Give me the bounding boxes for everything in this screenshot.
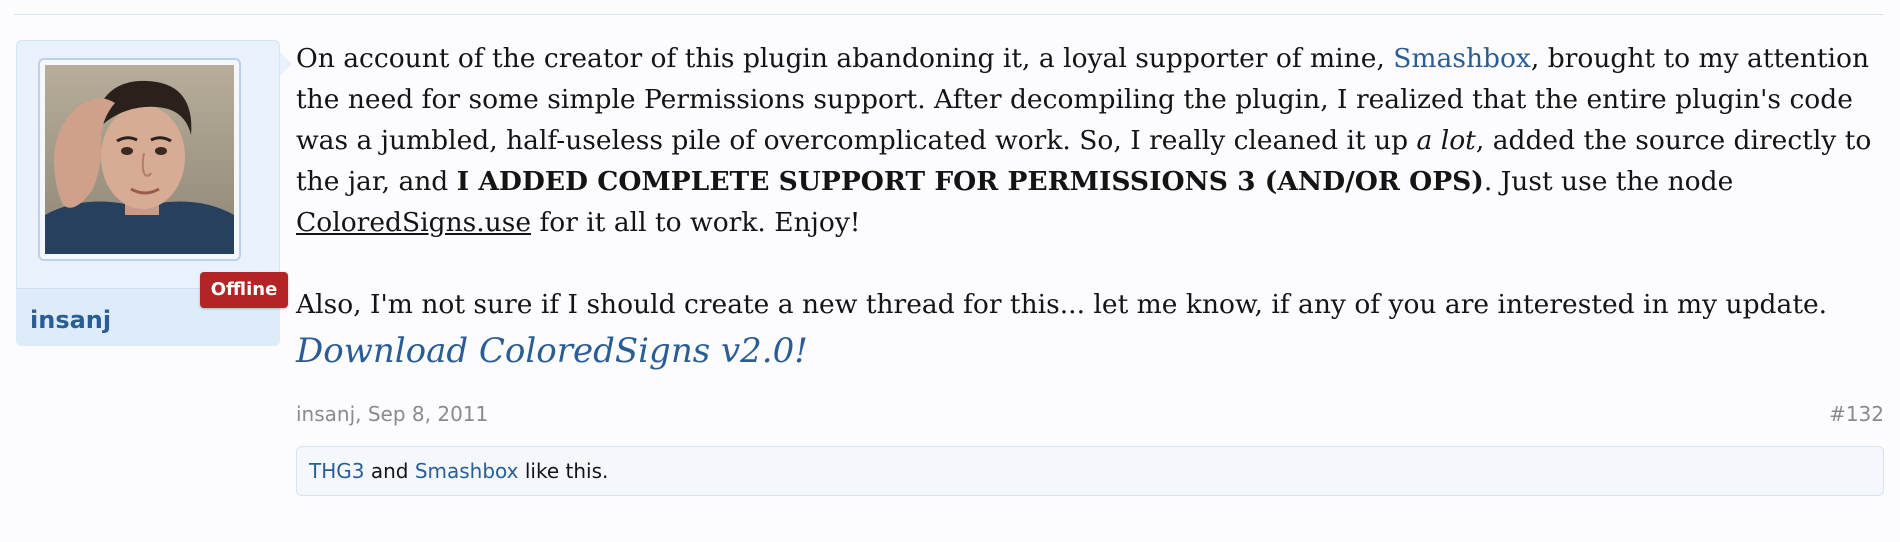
status-badge: Offline <box>200 272 288 308</box>
emphasis-text: a lot <box>1416 125 1476 156</box>
avatar-photo <box>45 65 234 254</box>
bold-announcement: I ADDED COMPLETE SUPPORT FOR PERMISSIONS… <box>456 166 1484 197</box>
top-divider <box>14 14 1884 15</box>
liker-link[interactable]: THG3 <box>309 459 364 483</box>
user-mention-link[interactable]: Smashbox <box>1393 43 1531 74</box>
likes-conjunction: and <box>364 459 415 483</box>
message-text: for it all to work. Enjoy! <box>531 207 861 238</box>
liker-link[interactable]: Smashbox <box>415 459 519 483</box>
author-username-link[interactable]: insanj <box>30 306 111 334</box>
permission-node: ColoredSigns.use <box>296 207 532 238</box>
message-arrow <box>280 52 292 76</box>
message-text: . Just use the node <box>1483 166 1734 197</box>
avatar[interactable] <box>38 58 241 261</box>
message-text: On account of the creator of this plugin… <box>296 43 1394 74</box>
message-paragraph-2: Also, I'm not sure if I should create a … <box>296 289 1828 320</box>
likes-summary: THG3 and Smashbox like this. <box>296 446 1884 496</box>
download-link[interactable]: Download ColoredSigns v2.0! <box>296 329 1886 373</box>
post-author-date[interactable]: insanj, Sep 8, 2011 <box>296 402 488 426</box>
message-paragraph-1: On account of the creator of this plugin… <box>296 38 1886 243</box>
message-body: On account of the creator of this plugin… <box>296 38 1886 373</box>
post-number-link[interactable]: #132 <box>1829 402 1884 426</box>
likes-suffix: like this. <box>518 459 609 483</box>
